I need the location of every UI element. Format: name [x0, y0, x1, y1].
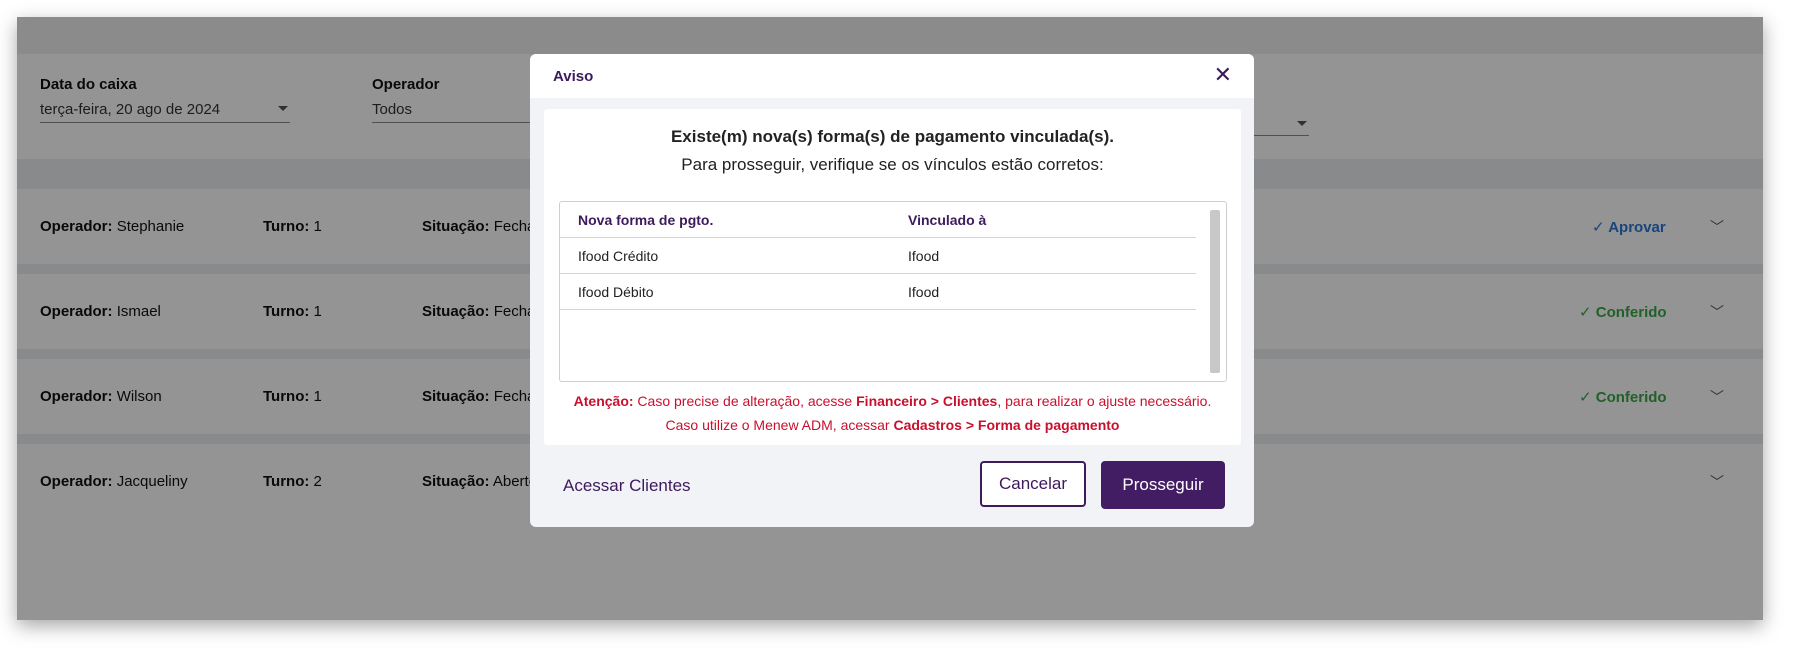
dialog-subheading: Para prosseguir, verifique se os vínculo…: [681, 155, 1104, 174]
new-payment-cell: Ifood Crédito: [578, 248, 659, 264]
linked-to-cell: Ifood: [908, 248, 940, 264]
column-header-new-payment: Nova forma de pgto.: [578, 212, 714, 228]
warning-text: Caso precise de alteração, acesse: [633, 393, 857, 409]
close-icon[interactable]: ✕: [1214, 62, 1232, 88]
warning-line-1: Atenção: Caso precise de alteração, aces…: [544, 393, 1241, 409]
table-row: Ifood Débito Ifood: [560, 274, 1196, 310]
warning-text-adm: Caso utilize o Menew ADM, acessar: [665, 417, 894, 433]
access-clients-button[interactable]: Acessar Clientes: [563, 476, 691, 496]
table-row: Ifood Crédito Ifood: [560, 238, 1196, 274]
dialog-content: Existe(m) nova(s) forma(s) de pagamento …: [544, 109, 1241, 445]
linked-to-cell: Ifood: [908, 284, 940, 300]
warning-label: Atenção:: [573, 393, 634, 409]
cancel-button[interactable]: Cancelar: [980, 461, 1086, 507]
dialog-title: Aviso: [553, 68, 594, 85]
warning-dialog: Aviso ✕ Existe(m) nova(s) forma(s) de pa…: [530, 54, 1254, 527]
dialog-header: Aviso ✕: [530, 54, 1254, 98]
warning-path-clients: Financeiro > Clientes: [856, 393, 998, 409]
new-payment-cell: Ifood Débito: [578, 284, 654, 300]
dialog-heading: Existe(m) nova(s) forma(s) de pagamento …: [670, 127, 1115, 146]
warning-path-payment: Cadastros > Forma de pagamento: [893, 417, 1120, 433]
table-header: Nova forma de pgto. Vinculado à: [560, 202, 1196, 238]
warning-line-2: Caso utilize o Menew ADM, acessar Cadast…: [544, 417, 1241, 433]
column-header-linked-to: Vinculado à: [908, 212, 987, 228]
warning-text-end: , para realizar o ajuste necessário.: [997, 393, 1212, 409]
table-scrollbar[interactable]: [1210, 210, 1220, 373]
payment-links-table: Nova forma de pgto. Vinculado à Ifood Cr…: [559, 201, 1227, 382]
proceed-button[interactable]: Prosseguir: [1101, 461, 1225, 509]
